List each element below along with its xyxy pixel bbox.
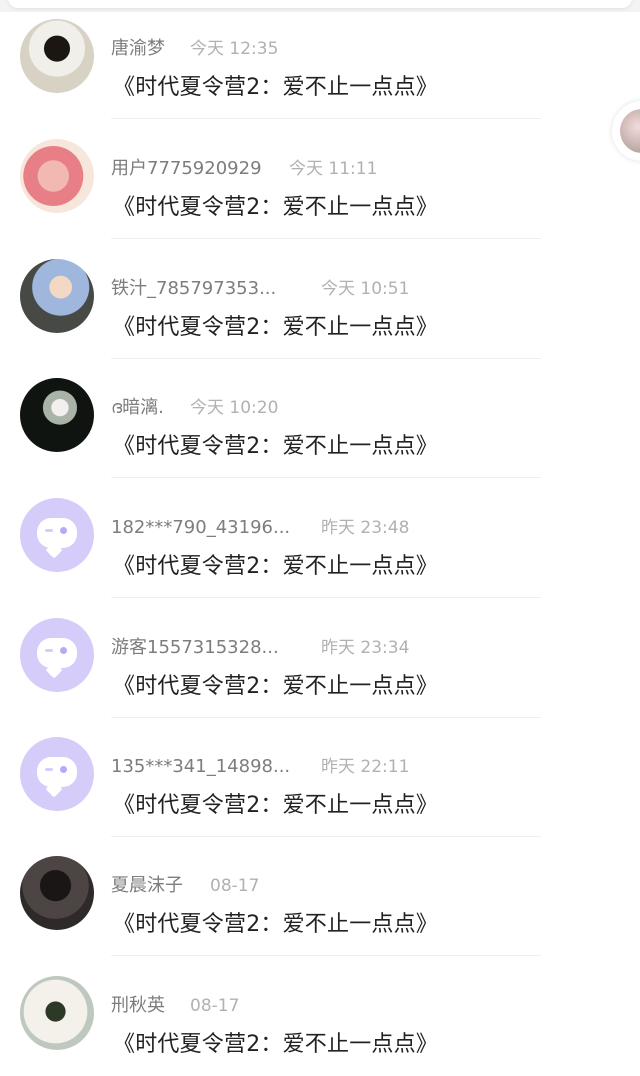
sender-name: 用户7775920929 xyxy=(111,158,262,179)
sender-name: 182***790_43196... xyxy=(111,517,291,538)
row-divider xyxy=(111,118,541,119)
sender-name: 刑秋英 xyxy=(111,995,165,1016)
avatar xyxy=(20,19,94,93)
sender-name: 唐渝梦 xyxy=(111,38,165,59)
message-preview: 《时代夏令营2：爱不止一点点》 xyxy=(113,912,438,937)
sender-name: 135***341_14898... xyxy=(111,756,291,777)
list-item[interactable]: 铁汁_785797353... 今天 10:51 《时代夏令营2：爱不止一点点》 xyxy=(0,240,640,359)
row-divider xyxy=(111,477,541,478)
row-divider xyxy=(111,238,541,239)
sender-name: 夏晨沫子 xyxy=(111,875,183,896)
list-item[interactable]: 182***790_43196... 昨天 23:48 《时代夏令营2：爱不止一… xyxy=(0,479,640,598)
avatar xyxy=(20,976,94,1050)
message-time: 08-17 xyxy=(190,996,240,1016)
conversation-list-screen: { "conversations": [ {"name": "唐渝梦", "ti… xyxy=(0,0,640,1076)
message-preview: 《时代夏令营2：爱不止一点点》 xyxy=(113,674,438,699)
sender-name: 铁汁_785797353... xyxy=(111,278,277,299)
message-preview: 《时代夏令营2：爱不止一点点》 xyxy=(113,554,438,579)
message-preview: 《时代夏令营2：爱不止一点点》 xyxy=(113,195,438,220)
message-time: 今天 10:51 xyxy=(321,279,410,299)
row-divider xyxy=(111,597,541,598)
list-item[interactable]: 夏晨沫子 08-17 《时代夏令营2：爱不止一点点》 xyxy=(0,837,640,956)
avatar xyxy=(20,737,94,811)
list-item[interactable]: 刑秋英 08-17 《时代夏令营2：爱不止一点点》 xyxy=(0,957,640,1076)
message-time: 08-17 xyxy=(210,876,260,896)
sender-name: 游客1557315328... xyxy=(111,637,279,658)
message-time: 今天 12:35 xyxy=(190,39,279,59)
message-time: 今天 11:11 xyxy=(289,159,378,179)
list-item[interactable]: 用户7775920929 今天 11:11 《时代夏令营2：爱不止一点点》 xyxy=(0,120,640,239)
message-preview: 《时代夏令营2：爱不止一点点》 xyxy=(113,1032,438,1057)
message-time: 昨天 22:11 xyxy=(321,757,410,777)
list-item[interactable]: 游客1557315328... 昨天 23:34 《时代夏令营2：爱不止一点点》 xyxy=(0,599,640,718)
avatar xyxy=(20,618,94,692)
list-item[interactable]: 唐渝梦 今天 12:35 《时代夏令营2：爱不止一点点》 xyxy=(0,0,640,119)
sender-name: ദ暗漓. xyxy=(111,397,164,418)
message-time: 今天 10:20 xyxy=(190,398,279,418)
avatar xyxy=(20,139,94,213)
message-preview: 《时代夏令营2：爱不止一点点》 xyxy=(113,793,438,818)
avatar xyxy=(20,259,94,333)
message-time: 昨天 23:34 xyxy=(321,638,410,658)
chat-bubble-icon xyxy=(37,757,77,787)
message-time: 昨天 23:48 xyxy=(321,518,410,538)
avatar xyxy=(20,378,94,452)
floating-avatar-image xyxy=(620,109,640,153)
row-divider xyxy=(111,955,541,956)
chat-bubble-icon xyxy=(37,518,77,548)
message-preview: 《时代夏令营2：爱不止一点点》 xyxy=(113,434,438,459)
list-item[interactable]: 135***341_14898... 昨天 22:11 《时代夏令营2：爱不止一… xyxy=(0,718,640,837)
chat-bubble-icon xyxy=(37,638,77,668)
message-preview: 《时代夏令营2：爱不止一点点》 xyxy=(113,75,438,100)
message-preview: 《时代夏令营2：爱不止一点点》 xyxy=(113,315,438,340)
avatar xyxy=(20,498,94,572)
avatar xyxy=(20,856,94,930)
list-item[interactable]: ദ暗漓. 今天 10:20 《时代夏令营2：爱不止一点点》 xyxy=(0,359,640,478)
